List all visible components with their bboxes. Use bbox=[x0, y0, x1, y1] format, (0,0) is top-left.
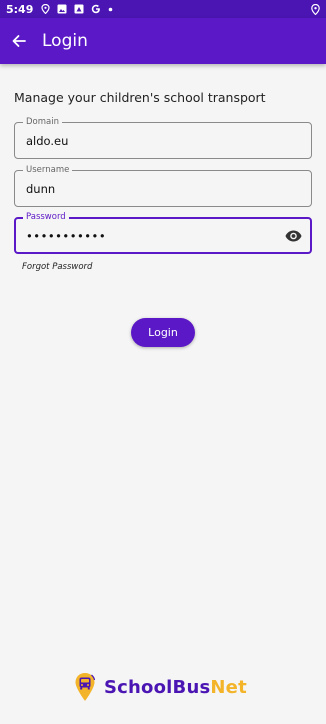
brand-name-primary: SchoolBus bbox=[104, 676, 211, 698]
page-title: Login bbox=[42, 31, 88, 51]
password-input[interactable]: ••••••••••• bbox=[26, 229, 106, 243]
status-bar: 5:49 bbox=[0, 0, 326, 18]
domain-label: Domain bbox=[23, 117, 62, 127]
login-button[interactable]: Login bbox=[131, 318, 195, 347]
status-time: 5:49 bbox=[6, 2, 34, 16]
school-bus-pin-icon bbox=[75, 673, 96, 701]
google-icon bbox=[92, 4, 101, 14]
dot-icon bbox=[109, 7, 113, 11]
username-input[interactable]: dunn bbox=[26, 182, 55, 196]
arrow-left-icon bbox=[12, 35, 26, 47]
image-icon bbox=[57, 4, 67, 14]
brand-name: SchoolBusNet bbox=[104, 677, 247, 698]
location-icon bbox=[311, 3, 320, 15]
username-field[interactable]: Username dunn bbox=[14, 165, 312, 207]
password-visibility-toggle[interactable] bbox=[284, 227, 302, 245]
photo-icon bbox=[74, 4, 84, 14]
password-field[interactable]: Password ••••••••••• bbox=[14, 212, 312, 254]
location-pin-icon bbox=[41, 4, 50, 14]
username-label: Username bbox=[23, 165, 73, 175]
brand-name-accent: Net bbox=[210, 676, 247, 698]
back-button[interactable] bbox=[0, 18, 39, 64]
domain-field[interactable]: Domain aldo.eu bbox=[14, 117, 312, 159]
forgot-password-link[interactable]: Forgot Password bbox=[22, 262, 92, 272]
eye-icon bbox=[285, 230, 301, 242]
subtitle: Manage your children's school transport bbox=[14, 90, 266, 105]
app-bar: Login bbox=[0, 18, 326, 64]
status-icons bbox=[41, 4, 113, 14]
brand-logo: SchoolBusNet bbox=[74, 672, 247, 702]
domain-input[interactable]: aldo.eu bbox=[26, 134, 68, 148]
password-label: Password bbox=[23, 212, 69, 222]
